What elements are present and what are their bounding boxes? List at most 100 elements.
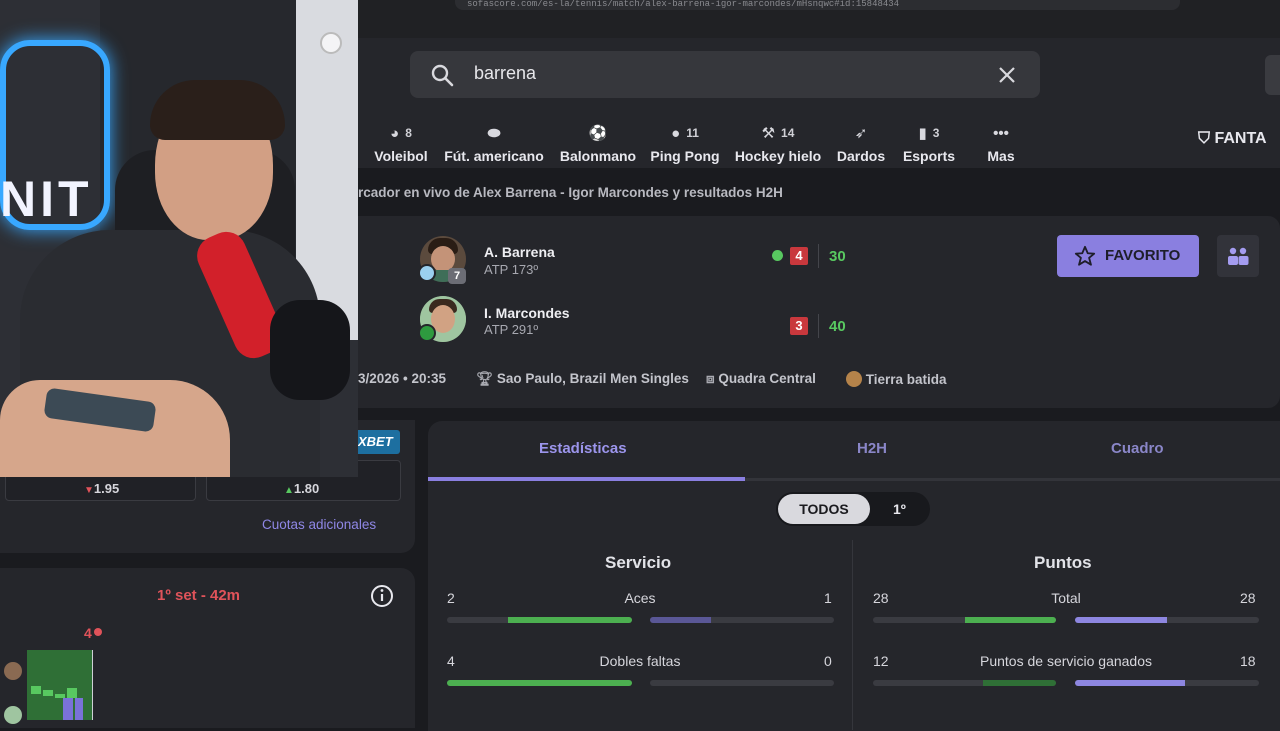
score-divider: [818, 244, 819, 268]
surface-info: Tierra batida: [846, 371, 947, 387]
stat-away-bar: [650, 680, 834, 686]
additional-odds-link[interactable]: Cuotas adicionales: [262, 517, 376, 532]
sport-tab-table-tennis[interactable]: ● 11 Ping Pong: [650, 124, 720, 165]
momentum-graph: [27, 650, 93, 720]
player1-rank: ATP 173º: [484, 262, 539, 277]
brazil-flag-icon: [418, 324, 436, 342]
odds-up-icon: ▲: [284, 485, 294, 496]
player2-name[interactable]: I. Marcondes: [484, 305, 570, 321]
sport-tab-volleyball[interactable]: ◕ 8 Voleibol: [372, 124, 430, 165]
header-side-button[interactable]: [1265, 55, 1280, 95]
sport-label: Esports: [902, 148, 956, 164]
search-bar[interactable]: barrena: [410, 51, 1040, 98]
stat-away-value: 18: [1240, 653, 1256, 669]
odds-home-value: 1.95: [93, 481, 120, 496]
sport-tab-darts[interactable]: ➶ Dardos: [834, 124, 888, 164]
sport-count: 14: [781, 126, 795, 140]
sport-tab-ice-hockey[interactable]: ⚒ 14 Hockey hielo: [734, 124, 822, 164]
handball-icon: ⚽: [588, 125, 608, 142]
sport-label: Voleibol: [374, 148, 428, 164]
odds-down-icon: ▼: [84, 485, 94, 496]
volleyball-icon: ◕: [390, 124, 400, 142]
player1-name[interactable]: A. Barrena: [484, 244, 555, 260]
sport-tab-american-football[interactable]: ⬬ Fút. americano: [444, 124, 544, 165]
clear-search-icon[interactable]: [998, 66, 1016, 84]
surface-name: Tierra batida: [865, 372, 947, 387]
ice-hockey-icon: ⚒: [761, 125, 776, 142]
sport-label: Ping Pong: [650, 148, 720, 164]
stat-home-bar: [447, 617, 632, 623]
stat-home-value: 12: [873, 653, 889, 669]
stat-away-bar: [650, 617, 834, 623]
stat-away-bar: [1075, 617, 1259, 623]
table-tennis-icon: ●: [671, 124, 681, 142]
sport-count: 8: [405, 126, 412, 140]
odds-away-value: 1.80: [293, 481, 320, 496]
stat-label: Aces: [624, 590, 656, 606]
court-info: ⧈ Quadra Central: [706, 371, 816, 387]
search-input[interactable]: barrena: [474, 63, 536, 84]
search-icon: [431, 64, 454, 87]
neon-logo-letters: NIT: [0, 171, 93, 227]
favorite-label: FAVORITO: [1105, 247, 1181, 264]
sport-label: Fút. americano: [444, 148, 544, 164]
stat-away-bar: [1075, 680, 1259, 686]
stat-home-value: 28: [873, 590, 889, 606]
sport-tab-handball[interactable]: ⚽ Balonmano: [558, 124, 638, 164]
stat-home-value: 4: [447, 653, 455, 669]
serving-ball-icon: [772, 250, 783, 261]
stat-home-bar: [873, 617, 1056, 623]
sport-tab-esports[interactable]: ▮ 3 Esports: [900, 124, 958, 164]
trophy-icon: 🏆︎: [476, 371, 497, 386]
sport-label: Balonmano: [559, 148, 637, 164]
period-first-set-button[interactable]: 1º: [893, 501, 906, 517]
match-datetime: 3/2026 • 20:35: [358, 371, 447, 386]
webcam-overlay: NIT: [0, 0, 358, 477]
period-all-button[interactable]: TODOS: [778, 494, 870, 524]
tab-statistics[interactable]: Estadísticas: [539, 440, 627, 457]
sport-label: Dardos: [836, 148, 886, 164]
info-icon[interactable]: [370, 584, 394, 608]
star-icon: [1074, 245, 1096, 266]
tournament-link[interactable]: 🏆︎ Sao Paulo, Brazil Men Singles: [476, 371, 689, 387]
person-hands: [0, 380, 230, 477]
score-divider: [818, 314, 819, 338]
momentum-now-line: [92, 650, 93, 720]
section-title-points: Puntos: [1034, 553, 1092, 572]
sport-count: 3: [932, 126, 940, 140]
bookmaker-badge[interactable]: XBET: [355, 430, 400, 454]
tab-h2h[interactable]: H2H: [857, 440, 887, 457]
stat-home-bar: [447, 680, 632, 686]
section-title-service: Servicio: [605, 553, 672, 572]
argentina-flag-icon: [418, 264, 436, 282]
player1-mini-avatar: [4, 662, 22, 680]
player2-mini-avatar: [4, 706, 22, 724]
player2-points: 40: [829, 318, 846, 335]
clay-surface-icon: [846, 371, 862, 387]
set-duration-label: 1º set - 42m: [157, 587, 241, 604]
esports-icon: ▮: [918, 125, 927, 142]
column-divider: [852, 540, 853, 730]
stat-label: Dobles faltas: [599, 653, 681, 669]
sport-label: Mas: [987, 148, 1015, 164]
player2-set-score: 3: [790, 317, 808, 335]
live-dot-icon: [93, 628, 102, 636]
tab-bracket[interactable]: Cuadro: [1111, 440, 1164, 457]
stat-away-value: 0: [824, 653, 832, 669]
player2-rank: ATP 291º: [484, 322, 539, 337]
seed-badge: 7: [448, 268, 466, 284]
mic-arm: [270, 300, 350, 400]
security-camera: [320, 32, 342, 54]
tab-active-indicator: [428, 477, 745, 481]
momentum-marker: 4: [84, 625, 102, 641]
compare-players-button[interactable]: [1217, 235, 1259, 277]
player1-points: 30: [829, 248, 846, 265]
sport-tab-more[interactable]: ••• Mas: [980, 124, 1022, 165]
favorite-button[interactable]: FAVORITO: [1057, 235, 1199, 277]
fantasy-label: FANTA: [1214, 130, 1267, 147]
momentum-marker-value: 4: [84, 625, 92, 641]
fantasy-shield-icon: ⛉: [1198, 130, 1215, 147]
address-bar[interactable]: sofascore.com/es-la/tennis/match/alex-ba…: [455, 0, 1180, 10]
breadcrumb: rcador en vivo de Alex Barrena - Igor Ma…: [358, 168, 1280, 216]
fantasy-link[interactable]: ⛉ FANTA: [1198, 130, 1267, 148]
